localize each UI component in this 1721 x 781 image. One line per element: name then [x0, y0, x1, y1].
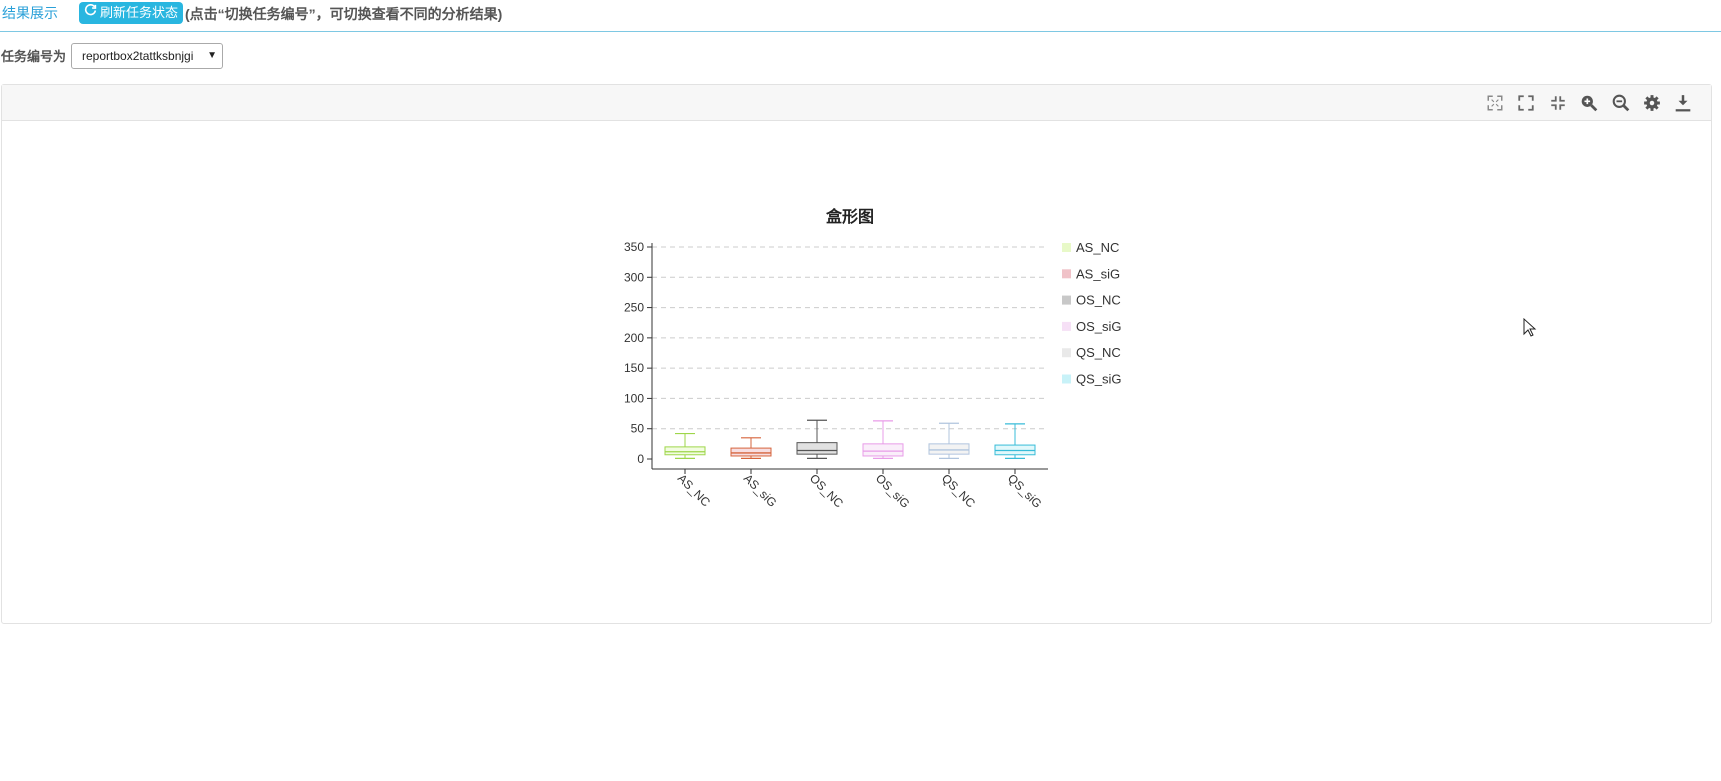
box-body [796, 442, 838, 455]
y-tick-label: 350 [624, 240, 644, 254]
y-tick-label: 50 [631, 422, 645, 436]
x-tick-label: AS_NC [675, 471, 713, 509]
y-tick-label: 0 [637, 452, 644, 466]
legend-swatch [1062, 374, 1071, 384]
boxplot-chart: 盒形图 0 50 100 150 200 250 300 350 AS_NC AS_NC AS_siG… [624, 207, 1122, 511]
legend-label: QS_NC [1076, 345, 1121, 360]
x-tick-label: OS_siG [873, 471, 913, 511]
x-tick-label: AS_siG [741, 471, 780, 510]
mouse-cursor-icon [1523, 317, 1537, 343]
chart-title: 盒形图 [826, 207, 874, 226]
legend-swatch [1062, 295, 1071, 305]
y-tick-label: 300 [624, 270, 644, 284]
legend-label: QS_siG [1076, 372, 1122, 387]
box-body [664, 446, 706, 456]
legend-label: AS_NC [1076, 240, 1119, 255]
y-tick-label: 100 [624, 391, 644, 405]
box-body [928, 443, 970, 455]
legend-label: OS_NC [1076, 293, 1121, 308]
x-tick-label: QS_NC [939, 471, 978, 510]
legend-swatch [1062, 348, 1071, 358]
legend-swatch [1062, 269, 1071, 279]
y-tick-label: 250 [624, 301, 644, 315]
legend-label: AS_siG [1076, 266, 1120, 281]
box-body [730, 447, 772, 457]
legend-swatch [1062, 321, 1071, 331]
legend-swatch [1062, 243, 1071, 252]
y-tick-label: 150 [624, 361, 644, 375]
legend-label: OS_siG [1076, 319, 1122, 334]
y-tick-label: 200 [624, 331, 644, 345]
box-body [862, 443, 904, 457]
x-tick-label: QS_siG [1005, 471, 1045, 511]
x-tick-label: OS_NC [807, 471, 846, 510]
